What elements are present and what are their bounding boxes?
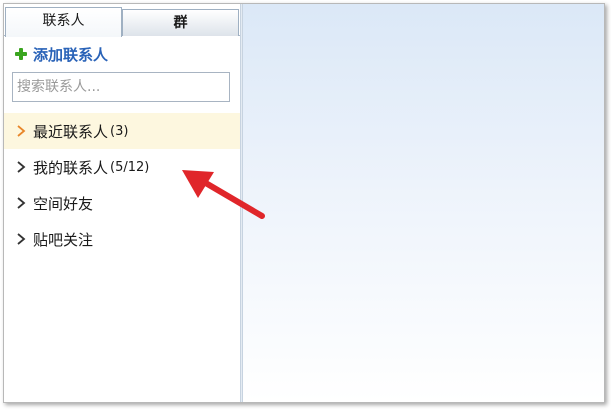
contact-group-recent[interactable]: 最近联系人 (3)	[4, 113, 240, 149]
contact-group-count: (5/12)	[110, 159, 150, 175]
contact-group-qzone-friends[interactable]: 空间好友	[4, 185, 240, 221]
contact-group-count: (3)	[110, 123, 129, 139]
chevron-right-icon	[14, 124, 28, 138]
plus-icon	[14, 47, 28, 61]
contact-group-label: 最近联系人	[33, 122, 109, 141]
contact-group-my-contacts[interactable]: 我的联系人 (5/12)	[4, 149, 240, 185]
tab-groups[interactable]: 群	[122, 9, 239, 36]
contact-group-label: 贴吧关注	[33, 230, 94, 249]
contacts-sidebar: 联系人 群 添加联系人 最近联系人 (3) 我的联系人 (5/12)	[4, 4, 240, 402]
tab-contacts[interactable]: 联系人	[5, 7, 122, 37]
chevron-right-icon	[14, 232, 28, 246]
add-contact-button[interactable]: 添加联系人	[14, 43, 108, 65]
search-input[interactable]	[12, 72, 230, 102]
add-contact-label: 添加联系人	[33, 45, 109, 64]
sidebar-tabs: 联系人 群	[4, 4, 240, 37]
contact-group-label: 我的联系人	[33, 158, 109, 177]
chevron-right-icon	[14, 160, 28, 174]
main-content-panel	[243, 4, 604, 402]
contact-group-label: 空间好友	[33, 194, 94, 213]
contact-group-tieba-follow[interactable]: 贴吧关注	[4, 221, 240, 257]
chevron-right-icon	[14, 196, 28, 210]
window-frame: 联系人 群 添加联系人 最近联系人 (3) 我的联系人 (5/12)	[3, 3, 605, 403]
contact-group-list: 最近联系人 (3) 我的联系人 (5/12) 空间好友 贴吧关注	[4, 113, 240, 257]
